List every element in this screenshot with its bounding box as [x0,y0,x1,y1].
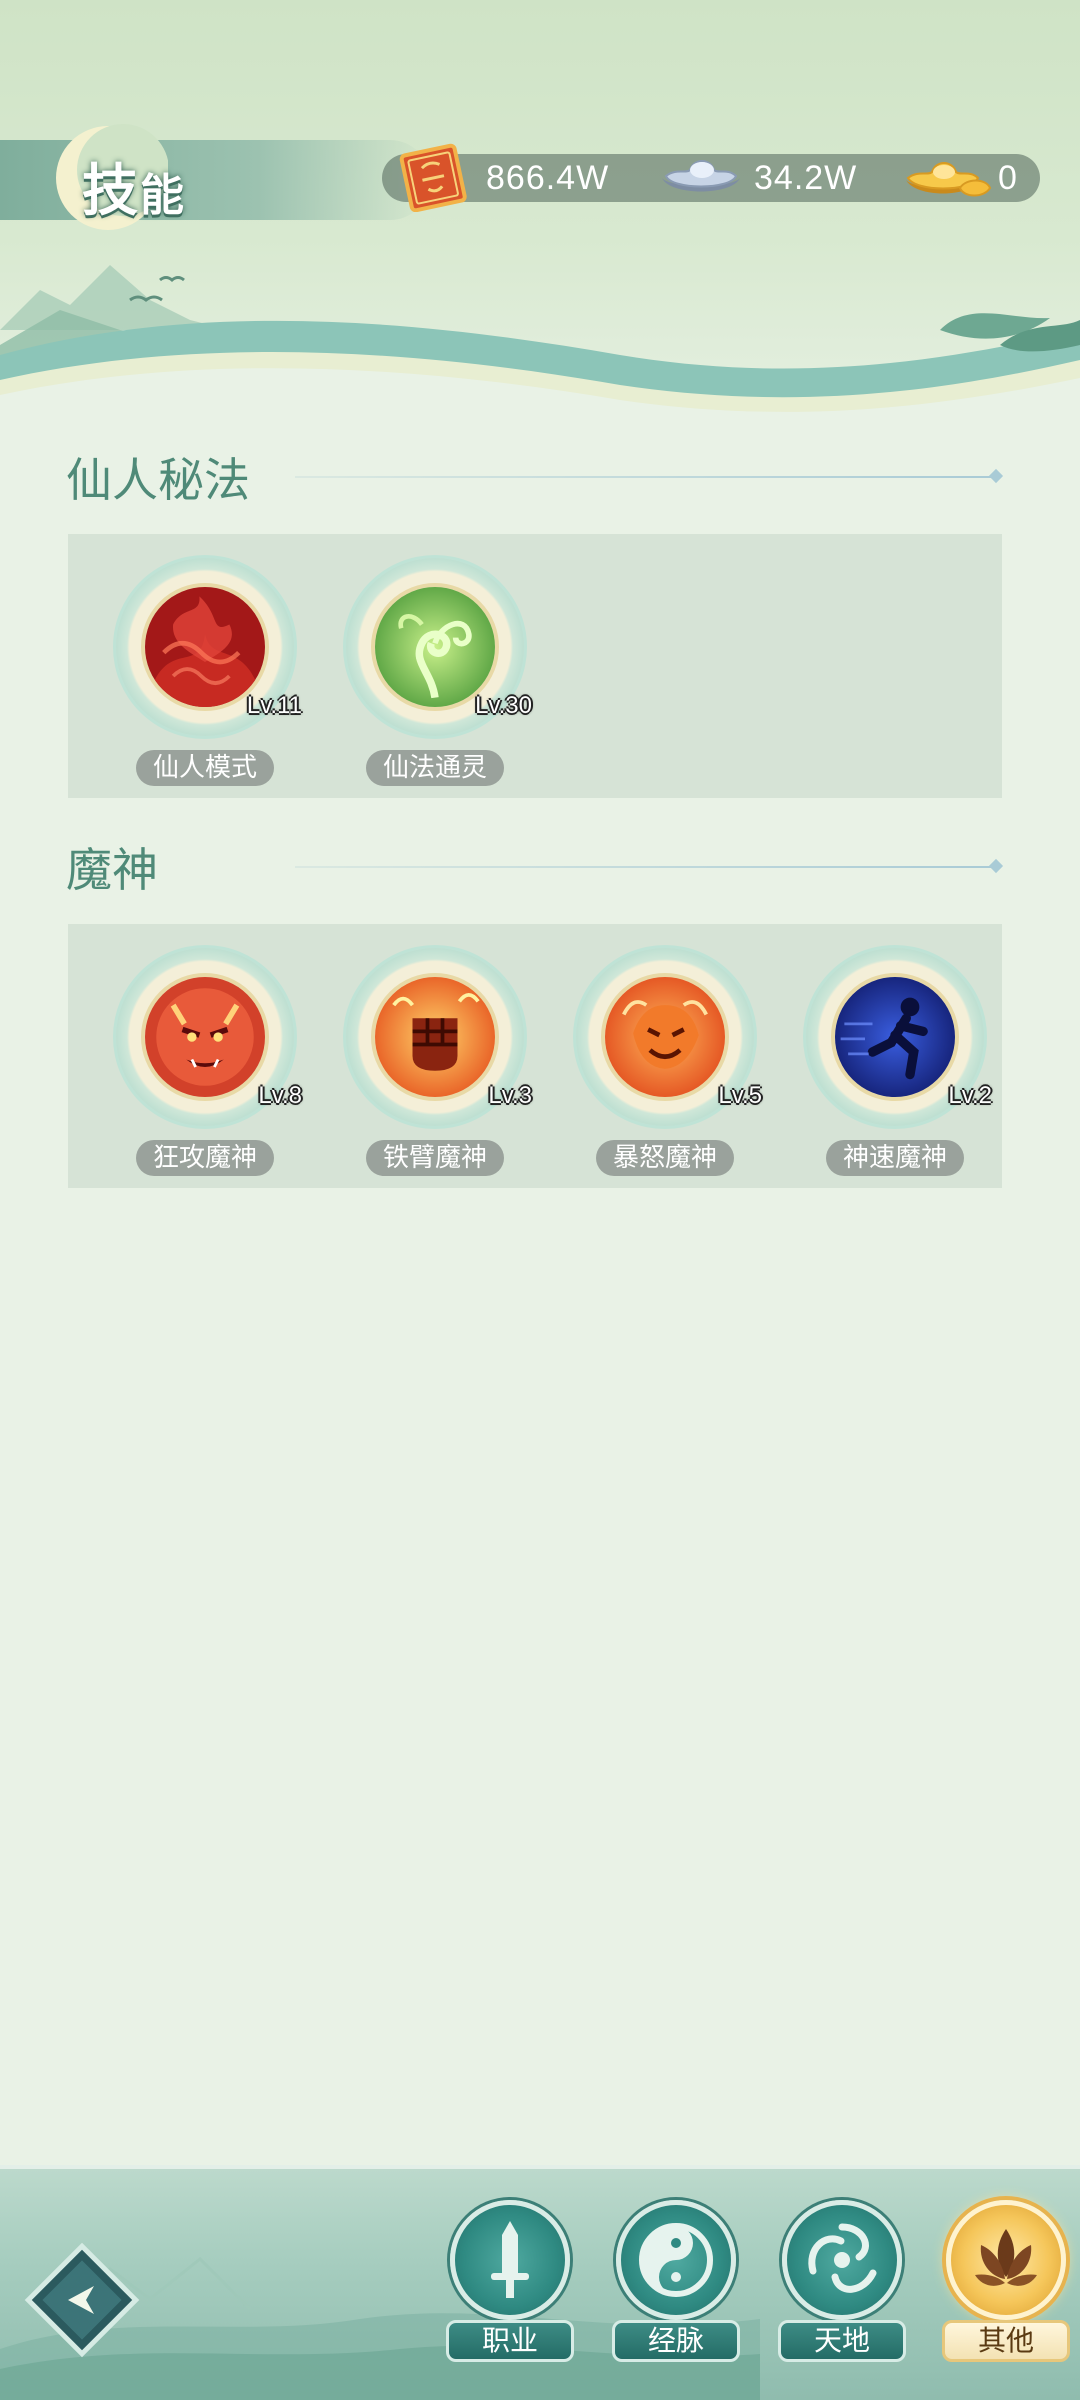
skill-name: 神速魔神 [826,1140,964,1176]
section-divider [295,476,995,478]
page-title: 技能 [82,146,186,227]
skill-panel-moshen: Lv.8 狂攻魔神 Lv.3 铁臂魔神 Lv.5 暴怒魔神 Lv.2 神速魔神 [68,924,1002,1188]
gold-ingot-value: 0 [998,159,1018,197]
section-title-moshen: 魔神 [66,843,158,897]
skill-level: Lv.30 [475,692,532,719]
nav-icon-frame [782,2200,902,2320]
skill-name: 暴怒魔神 [596,1140,734,1176]
nav-label: 天地 [778,2320,906,2362]
fire-fist-icon [371,973,499,1101]
nav-icon-frame [616,2200,736,2320]
gold-ingot-icon [906,162,992,197]
nav-item-qita[interactable]: 其他 [936,2200,1076,2362]
silver-ingot-icon [662,160,740,192]
sword-icon [491,2221,529,2298]
page-title-small: 能 [140,170,186,221]
nav-icon-frame [450,2200,570,2320]
page-title-main: 技 [82,158,140,224]
nav-item-zhiye[interactable]: 职业 [440,2200,580,2362]
skill-level: Lv.8 [258,1082,302,1109]
nav-item-tiandi[interactable]: 天地 [772,2200,912,2362]
skill-name: 仙人模式 [136,750,274,786]
skill-level: Lv.2 [948,1082,992,1109]
skill-level: Lv.3 [488,1082,532,1109]
nav-label: 其他 [942,2320,1070,2362]
skill-card[interactable]: Lv.8 狂攻魔神 [104,936,302,1176]
section-title-xianren: 仙人秘法 [66,453,250,507]
skill-name: 狂攻魔神 [136,1140,274,1176]
back-arrow-icon[interactable] [22,2240,142,2360]
skill-card[interactable]: Lv.5 暴怒魔神 [564,936,762,1176]
section-divider [295,866,995,868]
red-token-value: 866.4W [486,159,610,197]
skill-card[interactable]: Lv.11 仙人模式 [104,546,302,786]
skill-card[interactable]: Lv.30 仙法通灵 [334,546,532,786]
lotus-icon [975,2229,1037,2286]
skill-panel-xianren: Lv.11 仙人模式 Lv.30 仙法通灵 [68,534,1002,798]
red-token-icon [399,143,467,212]
nav-label: 职业 [446,2320,574,2362]
demon-face-icon [141,973,269,1101]
fire-lion-icon [601,973,729,1101]
skill-name: 铁臂魔神 [366,1140,504,1176]
silver-ingot-value: 34.2W [754,159,858,197]
taiji-icon [639,2223,713,2297]
nav-label: 经脉 [612,2320,740,2362]
nav-item-jingmai[interactable]: 经脉 [606,2200,746,2362]
blue-runner-icon [831,973,959,1101]
skill-level: Lv.11 [246,692,302,719]
skill-card[interactable]: Lv.3 铁臂魔神 [334,936,532,1176]
skill-card[interactable]: Lv.2 神速魔神 [794,936,992,1176]
skill-name: 仙法通灵 [366,750,504,786]
swirl-icon [808,2223,877,2293]
skill-level: Lv.5 [718,1082,762,1109]
nav-icon-frame [946,2200,1066,2320]
